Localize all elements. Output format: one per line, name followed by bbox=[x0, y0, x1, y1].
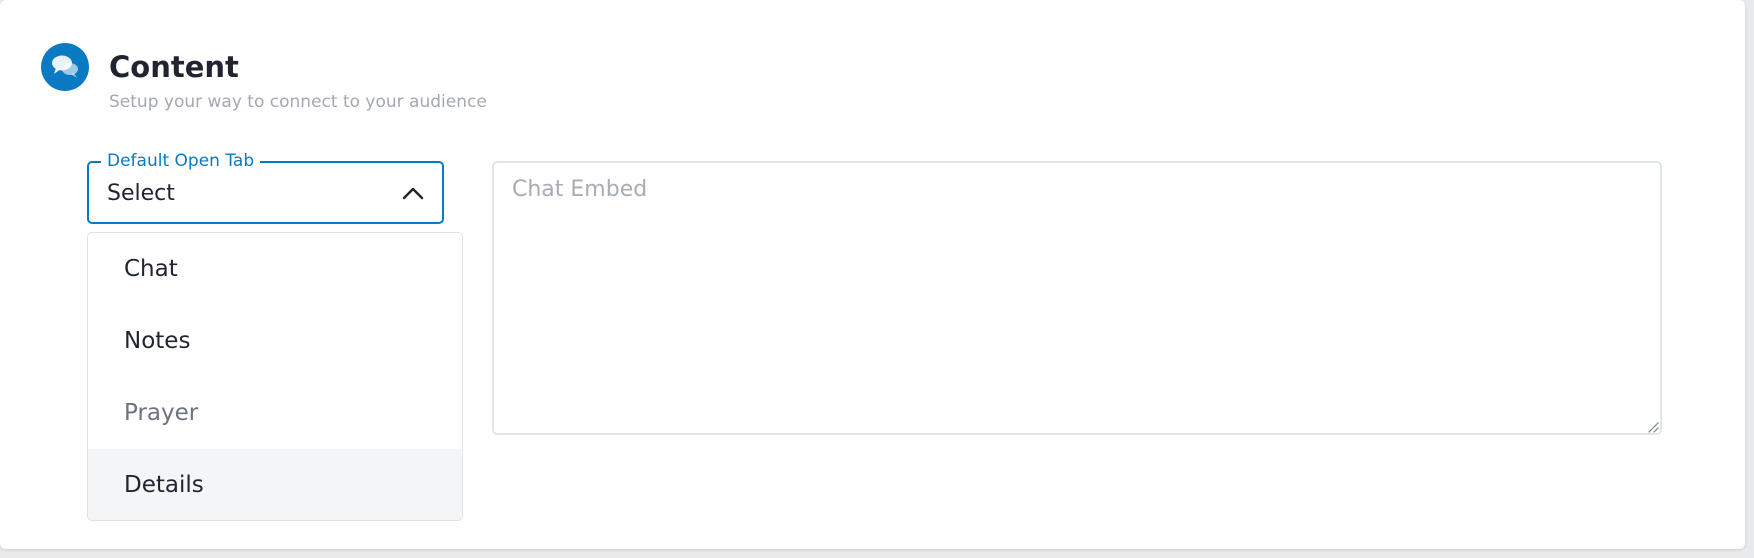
content-settings-card: Content Setup your way to connect to you… bbox=[0, 0, 1745, 549]
dropdown-option-chat[interactable]: Chat bbox=[88, 233, 462, 305]
default-open-tab-dropdown: Chat Notes Prayer Details bbox=[87, 232, 463, 521]
default-open-tab-value: Select bbox=[107, 181, 175, 206]
dropdown-option-prayer[interactable]: Prayer bbox=[88, 377, 462, 449]
page-title: Content bbox=[109, 50, 239, 84]
resize-handle-icon[interactable] bbox=[1645, 418, 1659, 433]
default-open-tab-label: Default Open Tab bbox=[101, 150, 261, 172]
chat-embed-textarea[interactable] bbox=[492, 161, 1662, 435]
page-subtitle: Setup your way to connect to your audien… bbox=[109, 92, 487, 112]
dropdown-option-details[interactable]: Details bbox=[88, 449, 462, 520]
dropdown-option-notes[interactable]: Notes bbox=[88, 305, 462, 377]
chevron-up-icon[interactable] bbox=[400, 181, 426, 207]
chat-bubbles-icon bbox=[41, 43, 89, 91]
default-open-tab-select[interactable]: Default Open Tab Select bbox=[87, 150, 444, 224]
